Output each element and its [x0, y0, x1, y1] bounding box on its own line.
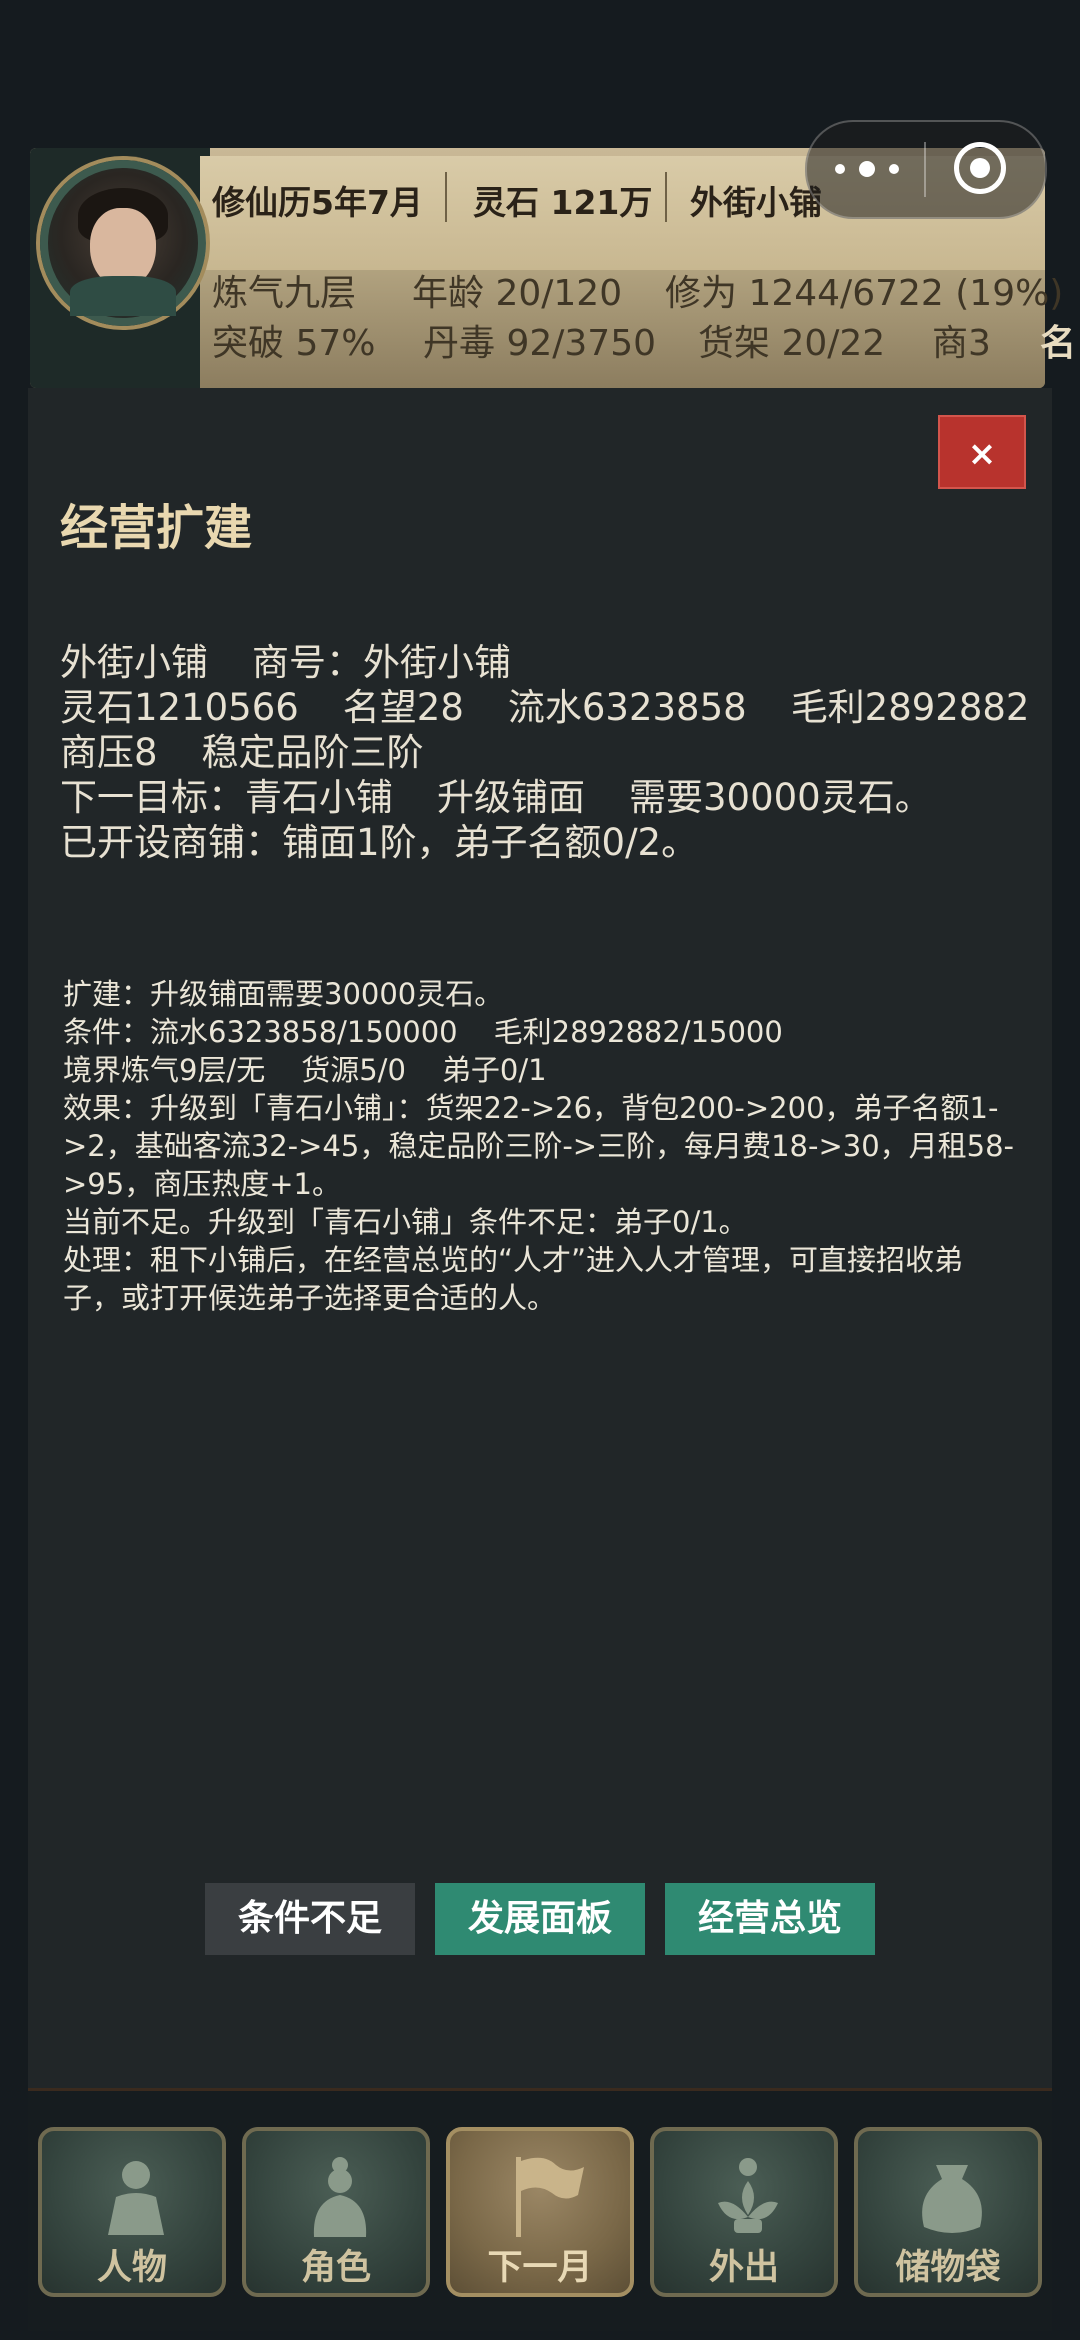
nav-person-label: 人物 — [96, 2248, 167, 2288]
upgrade-effect: 效果：升级到「青石小铺」：货架22->26，背包200->200，弟子名额1->… — [63, 1091, 1015, 1201]
turnover: 流水6323858 — [507, 686, 747, 729]
development-panel-button[interactable]: 发展面板 — [435, 1883, 645, 1955]
lotus-icon — [718, 2158, 778, 2233]
nav-next-month[interactable]: 下一月 — [446, 2127, 634, 2297]
nav-storage-bag-label: 储物袋 — [895, 2248, 1001, 2288]
conditions-insufficient-button[interactable]: 条件不足 — [205, 1883, 415, 1955]
more-icon[interactable] — [835, 152, 905, 186]
nav-outing[interactable]: 外出 — [650, 2127, 838, 2297]
age-stat: 年龄 20/120 — [412, 273, 623, 314]
nav-person[interactable]: 人物 — [38, 2127, 226, 2297]
shortfall-status: 当前不足。升级到「青石小铺」条件不足：弟子0/1。 — [63, 1205, 748, 1239]
person-icon — [108, 2161, 164, 2235]
realm-level: 炼气九层 — [212, 273, 357, 314]
nav-outing-label: 外出 — [708, 2248, 779, 2288]
condition-turnover: 条件：流水6323858/150000 — [63, 1015, 458, 1049]
req-supply: 货源5/0 — [301, 1053, 406, 1087]
shop-name: 外街小铺 — [690, 183, 822, 222]
shelves-stat: 货架 20/22 — [698, 323, 886, 364]
expand-requirement: 扩建：升级铺面需要30000灵石。 — [63, 977, 504, 1011]
bag-icon — [922, 2165, 982, 2233]
modal-title: 经营扩建 — [60, 500, 253, 556]
nav-next-month-label: 下一月 — [487, 2248, 593, 2288]
nav-character[interactable]: 角色 — [242, 2127, 430, 2297]
player-avatar[interactable] — [40, 160, 206, 326]
cultivation-stat: 修为 1244/6722 (19%) — [665, 273, 1064, 314]
req-realm: 境界炼气9层/无 — [63, 1053, 266, 1087]
req-disciples: 弟子0/1 — [441, 1053, 547, 1087]
business-overview-button[interactable]: 经营总览 — [665, 1883, 875, 1955]
spirit-stone-count: 灵石 121万 — [473, 183, 653, 222]
reputation-label-cut: 名 — [1040, 323, 1077, 364]
close-button[interactable]: × — [938, 415, 1026, 489]
condition-profit: 毛利2892882/15000 — [493, 1015, 783, 1049]
merchant-level: 商3 — [932, 323, 991, 364]
nav-storage-bag[interactable]: 储物袋 — [854, 2127, 1042, 2297]
pill-toxin-stat: 丹毒 92/3750 — [423, 323, 656, 364]
gross-profit: 毛利2892882 — [790, 686, 1030, 729]
close-miniprogram-icon[interactable] — [954, 142, 1006, 194]
breakthrough-stat: 突破 57% — [212, 323, 376, 364]
handling-advice: 处理：租下小铺后，在经营总览的“人才”进入人才管理，可直接招收弟子，或打开候选弟… — [63, 1243, 964, 1315]
character-icon — [313, 2157, 367, 2237]
miniprogram-capsule — [805, 120, 1047, 219]
flag-icon — [516, 2157, 584, 2237]
opened-shops-line: 已开设商铺：铺面1阶，弟子名额0/2。 — [60, 821, 699, 864]
conditions-line: 条件：流水6323858/150000 毛利2892882/15000 — [63, 1013, 1018, 1051]
calendar-date: 修仙历5年7月 — [212, 183, 423, 222]
nav-character-label: 角色 — [300, 2248, 371, 2288]
requirements-line: 境界炼气9层/无 货源5/0 弟子0/1 — [63, 1051, 1018, 1089]
